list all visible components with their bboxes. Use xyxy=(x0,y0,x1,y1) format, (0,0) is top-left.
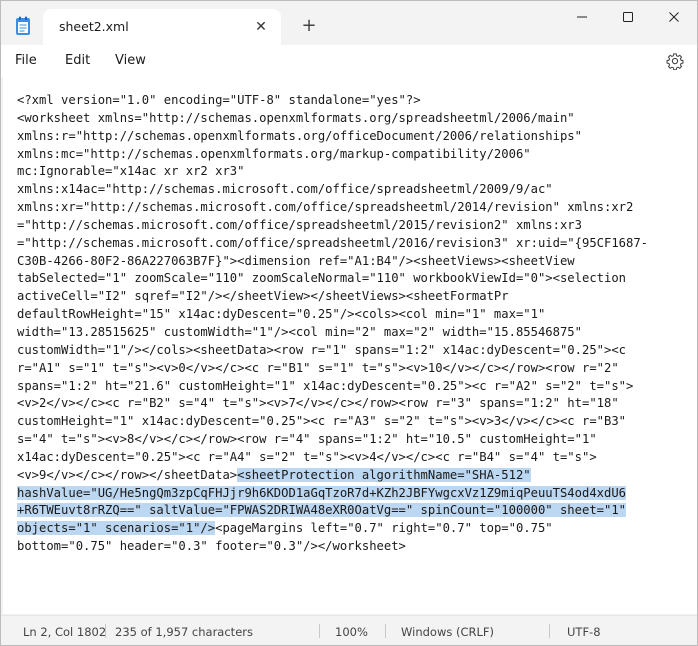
menu-bar: File Edit View xyxy=(1,45,697,77)
close-window-button[interactable] xyxy=(651,1,697,33)
maximize-button[interactable] xyxy=(605,1,651,33)
minimize-icon xyxy=(577,16,587,18)
document-text[interactable]: <?xml version="1.0" encoding="UTF-8" sta… xyxy=(17,92,648,556)
status-bar: Ln 2, Col 1802 235 of 1,957 characters 1… xyxy=(1,615,697,645)
close-tab-icon[interactable]: ✕ xyxy=(251,17,271,37)
maximize-icon xyxy=(623,12,633,22)
close-icon xyxy=(669,12,679,22)
status-divider xyxy=(105,624,106,638)
notepad-window: sheet2.xml ✕ + File Edit View <?xml vers… xyxy=(0,0,698,646)
line-ending[interactable]: Windows (CRLF) xyxy=(401,625,494,639)
menu-view[interactable]: View xyxy=(115,53,146,68)
title-bar: sheet2.xml ✕ + xyxy=(1,1,697,45)
status-divider xyxy=(319,624,320,638)
character-count: 235 of 1,957 characters xyxy=(115,625,253,639)
menu-edit[interactable]: Edit xyxy=(65,53,90,68)
zoom-level[interactable]: 100% xyxy=(335,625,368,639)
new-tab-button[interactable]: + xyxy=(297,15,321,39)
menu-file[interactable]: File xyxy=(15,53,37,68)
minimize-button[interactable] xyxy=(559,1,605,33)
encoding[interactable]: UTF-8 xyxy=(567,625,601,639)
tab-title: sheet2.xml xyxy=(59,19,129,34)
tab-sheet2-xml[interactable]: sheet2.xml ✕ xyxy=(43,9,281,45)
status-divider xyxy=(549,624,550,638)
status-divider xyxy=(385,624,386,638)
notepad-app-icon xyxy=(15,16,31,36)
cursor-position: Ln 2, Col 1802 xyxy=(23,625,107,639)
gear-icon[interactable] xyxy=(666,52,684,71)
text-editor[interactable]: <?xml version="1.0" encoding="UTF-8" sta… xyxy=(3,77,697,614)
selected-text: <sheetProtection algorithmName="SHA-512" xyxy=(237,467,531,482)
